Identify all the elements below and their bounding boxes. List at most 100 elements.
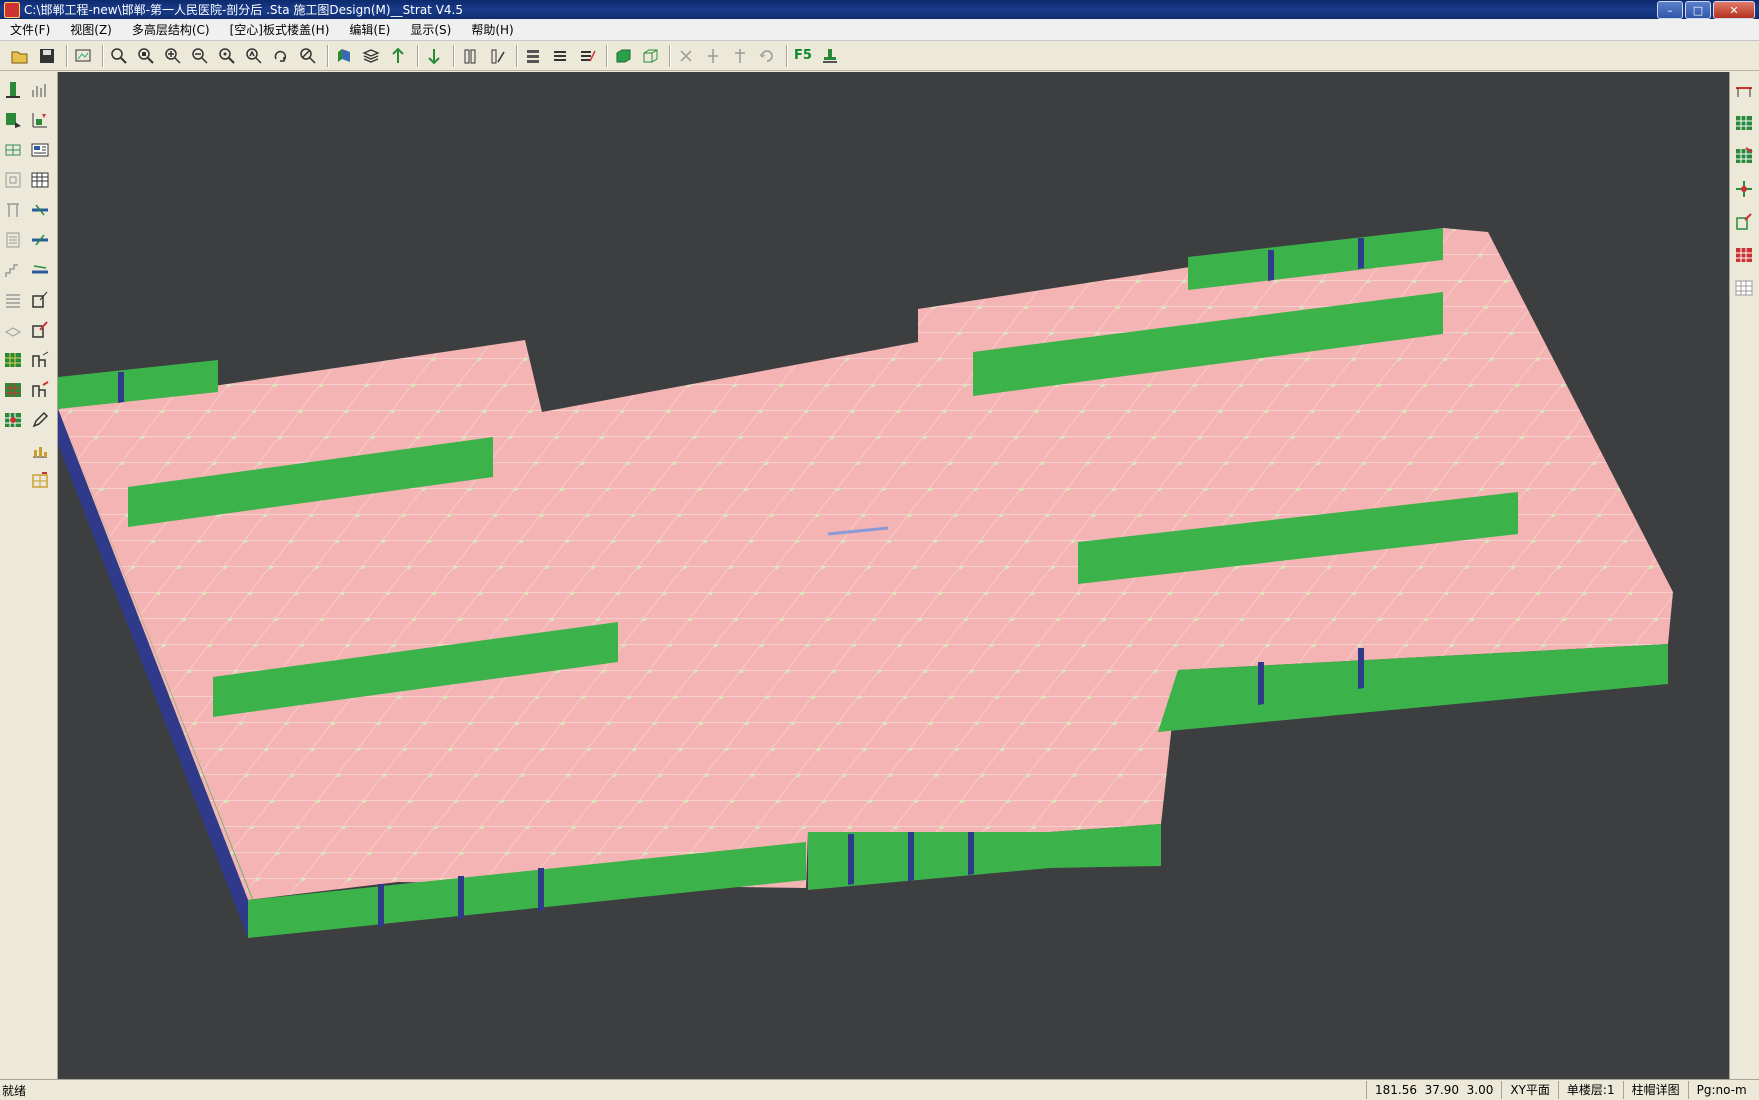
detail-edit-icon[interactable]	[28, 318, 52, 342]
column-grid-icon[interactable]	[1732, 210, 1756, 234]
menu-bar: 文件(F) 视图(Z) 多高层结构(C) [空心]板式楼盖(H) 编辑(E) 显…	[0, 19, 1759, 41]
beam-split-icon[interactable]	[701, 44, 725, 68]
layout-icon[interactable]	[28, 348, 52, 372]
pencil-icon[interactable]	[28, 408, 52, 432]
beam-section-3-icon[interactable]	[28, 258, 52, 282]
column-icon[interactable]	[458, 44, 482, 68]
rebar-grid-2-icon[interactable]	[1, 378, 25, 402]
window-controls: – □ ✕	[1657, 1, 1755, 19]
zoom-all-icon[interactable]	[134, 44, 158, 68]
table-icon[interactable]	[1, 288, 25, 312]
beam-add-icon[interactable]	[1, 108, 25, 132]
toolbar-separator	[516, 44, 517, 67]
zoom-real-icon[interactable]	[215, 44, 239, 68]
status-detail: 柱帽详图	[1622, 1081, 1688, 1099]
save-icon[interactable]	[35, 44, 59, 68]
status-cells: 181.56 37.90 3.00 XY平面 单楼层:1 柱帽详图 Pg:no-…	[1366, 1081, 1755, 1099]
toolbar-separator	[102, 44, 103, 67]
zoom-in-icon[interactable]	[161, 44, 185, 68]
wall-icon[interactable]	[1, 198, 25, 222]
status-bar: 就绪 181.56 37.90 3.00 XY平面 单楼层:1 柱帽详图 Pg:…	[0, 1079, 1759, 1100]
box-3d-icon[interactable]	[611, 44, 635, 68]
zoom-previous-icon[interactable]	[242, 44, 266, 68]
toolbar-separator	[327, 44, 328, 67]
box-wire-icon[interactable]	[638, 44, 662, 68]
right-tool-panel	[1729, 72, 1759, 1079]
menu-edit[interactable]: 编辑(E)	[339, 21, 400, 38]
up-arrow-icon[interactable]	[386, 44, 410, 68]
f5-refresh[interactable]: F5	[791, 44, 815, 68]
node-icon[interactable]	[1732, 177, 1756, 201]
view-icon[interactable]	[71, 44, 95, 68]
calc-icon[interactable]	[28, 168, 52, 192]
rotate-icon[interactable]	[269, 44, 293, 68]
beam-red-icon[interactable]	[1732, 78, 1756, 102]
minimize-button[interactable]: –	[1657, 1, 1683, 19]
column-edit-icon[interactable]	[485, 44, 509, 68]
chart-up-icon[interactable]	[28, 108, 52, 132]
chart-icon[interactable]	[28, 78, 52, 102]
beam-section-2-icon[interactable]	[28, 228, 52, 252]
grid-plain-icon[interactable]	[1732, 276, 1756, 300]
frame-icon[interactable]	[1, 168, 25, 192]
toolbar-separator	[669, 44, 670, 67]
toolbar-separator	[66, 44, 67, 67]
zoom-out-icon[interactable]	[188, 44, 212, 68]
open-icon[interactable]	[8, 44, 32, 68]
grid-icon[interactable]	[1, 138, 25, 162]
stack-bars-edit-icon[interactable]	[28, 468, 52, 492]
menu-help[interactable]: 帮助(H)	[461, 21, 523, 38]
coord-z: 3.00	[1466, 1083, 1494, 1097]
grid-red-icon[interactable]	[1732, 144, 1756, 168]
beam-join-icon[interactable]	[728, 44, 752, 68]
beam-section-icon[interactable]	[28, 198, 52, 222]
close-button[interactable]: ✕	[1713, 1, 1755, 19]
maximize-button[interactable]: □	[1685, 1, 1711, 19]
toolbar-separator	[417, 44, 418, 67]
status-floor: 单楼层:1	[1557, 1081, 1623, 1099]
wall-band-front-center	[808, 824, 1161, 890]
stamp-icon[interactable]	[818, 44, 842, 68]
detail-icon[interactable]	[28, 288, 52, 312]
zoom-extent-icon[interactable]	[296, 44, 320, 68]
model-3d-viewport[interactable]	[58, 72, 1730, 1079]
panel-icon[interactable]	[1, 228, 25, 252]
slab-icon[interactable]	[1, 318, 25, 342]
rebar-grid-3-icon[interactable]	[1, 408, 25, 432]
zoom-window-icon[interactable]	[107, 44, 131, 68]
floor-3d-icon[interactable]	[332, 44, 356, 68]
menu-display[interactable]: 显示(S)	[400, 21, 461, 38]
main-toolbar: F5	[0, 41, 1759, 71]
menu-file[interactable]: 文件(F)	[0, 21, 60, 38]
toolbar-separator	[606, 44, 607, 67]
menu-view[interactable]: 视图(Z)	[60, 21, 122, 38]
grid-cross-icon[interactable]	[1732, 243, 1756, 267]
slab-stack-icon[interactable]	[521, 44, 545, 68]
menu-hollow-slab[interactable]: [空心]板式楼盖(H)	[220, 21, 340, 38]
stack-bars-icon[interactable]	[28, 438, 52, 462]
rebar-grid-icon[interactable]	[1, 348, 25, 372]
down-arrow-icon[interactable]	[422, 44, 446, 68]
column-green-icon[interactable]	[1, 78, 25, 102]
stair-icon[interactable]	[1, 258, 25, 282]
undo-icon[interactable]	[755, 44, 779, 68]
toolbar-separator	[453, 44, 454, 67]
status-pg: Pg:no-m	[1687, 1081, 1755, 1099]
slab-stack-2-icon[interactable]	[548, 44, 572, 68]
coord-y: 37.90	[1424, 1083, 1459, 1097]
layout-edit-icon[interactable]	[28, 378, 52, 402]
coord-x: 181.56	[1375, 1083, 1417, 1097]
scissors-icon[interactable]	[674, 44, 698, 68]
app-icon	[4, 1, 20, 18]
left-tool-panel	[0, 72, 58, 1079]
status-plane: XY平面	[1501, 1081, 1558, 1099]
menu-multistory[interactable]: 多高层结构(C)	[122, 21, 220, 38]
layers-icon[interactable]	[359, 44, 383, 68]
slab-edit-icon[interactable]	[575, 44, 599, 68]
status-coordinates: 181.56 37.90 3.00	[1366, 1081, 1501, 1099]
grid-green-icon[interactable]	[1732, 111, 1756, 135]
report-icon[interactable]	[28, 138, 52, 162]
left-tool-column-1	[1, 78, 27, 438]
status-message: 就绪	[2, 1084, 27, 1098]
window-title: C:\邯郸工程-new\邯郸-第一人民医院-剖分后 .Sta 施工图Design…	[24, 3, 463, 17]
